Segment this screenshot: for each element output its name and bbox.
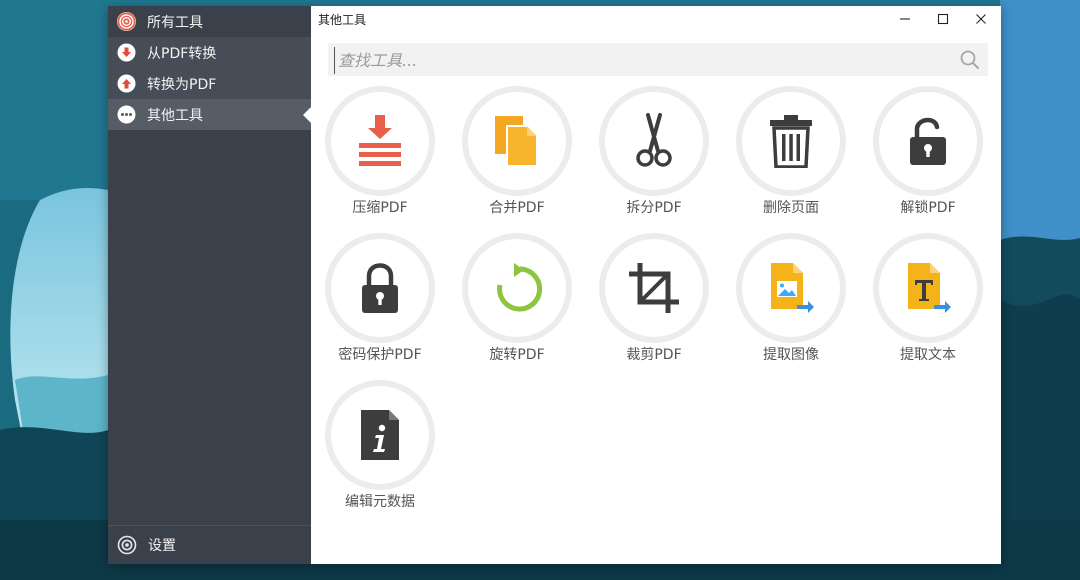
tool-merge-pdf[interactable]: 合并PDF [450, 86, 580, 226]
settings-label: 设置 [148, 538, 176, 554]
settings-button[interactable]: 设置 [108, 525, 311, 564]
gear-icon [117, 535, 137, 555]
extract-text-icon [908, 263, 951, 313]
sidebar-item-label: 所有工具 [147, 14, 203, 31]
tool-label: 密码保护PDF [338, 347, 422, 363]
tool-unlock-pdf[interactable]: 解锁PDF [861, 86, 991, 226]
tool-label: 旋转PDF [489, 347, 545, 363]
tool-icon-circle [873, 233, 983, 343]
tool-password-protect-pdf[interactable]: 密码保护PDF [313, 233, 443, 373]
minimize-button[interactable] [887, 6, 923, 32]
tool-icon-circle [599, 86, 709, 196]
main-panel: 其他工具 查找工具... 压缩PDF 合并PDF 拆分PDF 删除页面 解锁PD… [311, 6, 1001, 564]
tool-icon-circle [462, 86, 572, 196]
close-icon [976, 14, 986, 24]
sidebar-item-label: 从PDF转换 [147, 45, 217, 62]
sidebar-item-label: 转换为PDF [147, 76, 217, 93]
tool-extract-text[interactable]: 提取文本 [861, 233, 991, 373]
rotate-icon [497, 263, 542, 312]
tool-icon-circle [325, 86, 435, 196]
tool-label: 提取图像 [763, 347, 819, 363]
search-icon[interactable] [960, 50, 980, 74]
search-input[interactable] [334, 47, 950, 74]
window-title: 其他工具 [318, 13, 367, 27]
spiral-icon [117, 12, 136, 31]
tool-label: 裁剪PDF [626, 347, 682, 363]
arrow-down-circle-icon [117, 43, 136, 62]
compress-icon [359, 115, 401, 166]
maximize-button[interactable] [925, 6, 961, 32]
tool-icon-circle [599, 233, 709, 343]
tool-crop-pdf[interactable]: 裁剪PDF [587, 233, 717, 373]
info-document-icon [361, 410, 399, 460]
tool-icon-circle [325, 380, 435, 490]
tool-icon-circle [736, 86, 846, 196]
tool-label: 编辑元数据 [345, 494, 415, 510]
tool-rotate-pdf[interactable]: 旋转PDF [450, 233, 580, 373]
tool-icon-circle [736, 233, 846, 343]
sidebar-item-from-pdf[interactable]: 从PDF转换 [108, 37, 311, 68]
more-dots-icon [117, 105, 136, 124]
tool-label: 拆分PDF [626, 200, 682, 216]
tool-compress-pdf[interactable]: 压缩PDF [313, 86, 443, 226]
tool-label: 合并PDF [489, 200, 545, 216]
sidebar-item-to-pdf[interactable]: 转换为PDF [108, 68, 311, 99]
tool-extract-images[interactable]: 提取图像 [724, 233, 854, 373]
sidebar-item-all-tools[interactable]: 所有工具 [108, 6, 311, 37]
tool-split-pdf[interactable]: 拆分PDF [587, 86, 717, 226]
extract-image-icon [771, 263, 814, 313]
tool-label: 删除页面 [763, 200, 819, 216]
tool-label: 解锁PDF [900, 200, 956, 216]
tool-icon-circle [873, 86, 983, 196]
tool-label: 压缩PDF [352, 200, 408, 216]
sidebar-item-other-tools[interactable]: 其他工具 [108, 99, 311, 130]
sidebar-item-label: 其他工具 [147, 107, 203, 124]
tool-label: 提取文本 [900, 347, 956, 363]
tool-edit-metadata[interactable]: 编辑元数据 [313, 380, 443, 520]
close-button[interactable] [963, 6, 999, 32]
trash-icon [770, 115, 812, 168]
merge-pages-icon [495, 116, 538, 167]
crop-icon [629, 263, 679, 313]
tool-delete-pages[interactable]: 删除页面 [724, 86, 854, 226]
sidebar: 所有工具 从PDF转换 转换为PDF 其他工具 设置 [108, 6, 311, 564]
title-bar: 其他工具 [311, 6, 1001, 32]
lock-icon [362, 263, 398, 313]
maximize-icon [937, 13, 949, 25]
arrow-up-circle-icon [117, 74, 136, 93]
app-window: 所有工具 从PDF转换 转换为PDF 其他工具 设置 其他工具 查找工具... … [108, 6, 1001, 564]
tool-icon-circle [462, 233, 572, 343]
scissors-icon [636, 113, 672, 167]
unlock-icon [910, 117, 946, 165]
minimize-icon [900, 18, 910, 20]
tool-icon-circle [325, 233, 435, 343]
search-bar [328, 43, 988, 76]
